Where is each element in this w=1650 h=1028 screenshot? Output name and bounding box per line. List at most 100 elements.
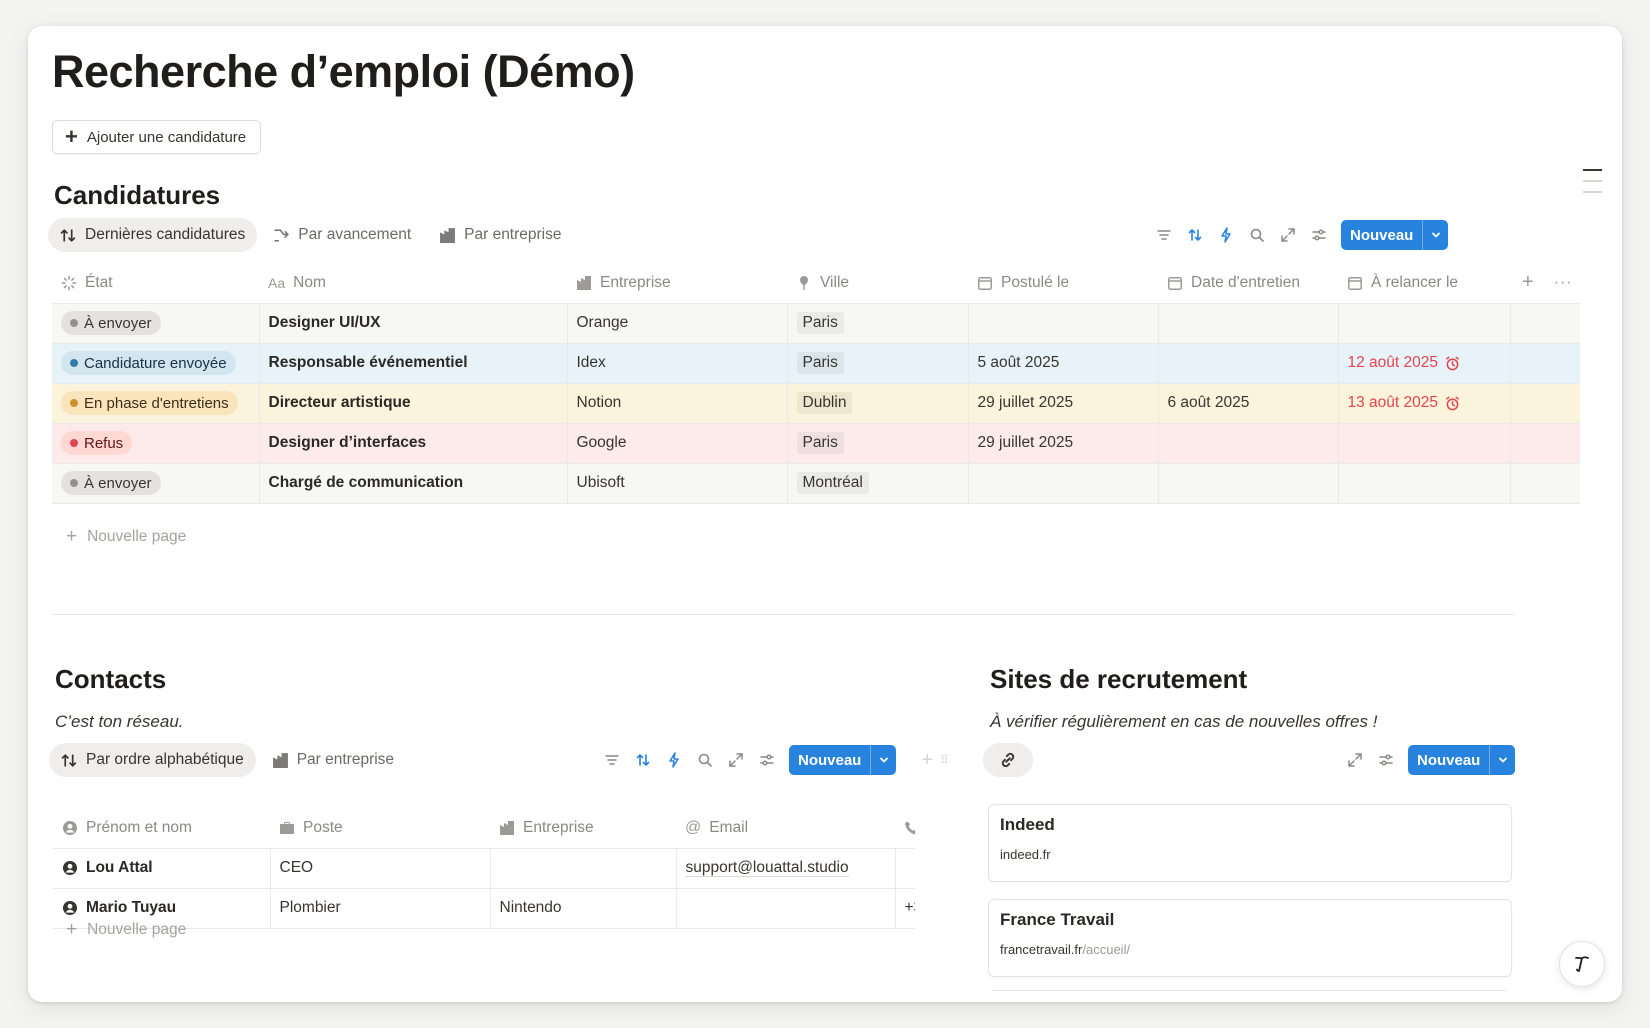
phone-cell[interactable]: +33 [895,887,915,929]
applied-cell[interactable] [968,462,1159,504]
search-icon[interactable] [696,751,714,769]
settings-icon[interactable] [1310,226,1328,244]
tab-by-company[interactable]: Par entreprise [260,743,406,777]
name-cell[interactable]: Designer d’interfaces [259,422,568,463]
email-cell[interactable] [676,887,896,929]
company-cell[interactable]: Notion [567,382,788,423]
role-cell[interactable]: CEO [270,847,491,888]
interview-cell[interactable] [1158,462,1339,504]
sort-icon[interactable] [634,751,652,769]
tab-by-company[interactable]: Par entreprise [427,218,573,252]
status-cell[interactable]: À envoyer [52,462,260,504]
plus-icon[interactable]: + [1522,271,1534,294]
column-header-role[interactable]: Poste [270,808,490,848]
followup-cell[interactable]: 13 août 2025 [1338,382,1511,423]
toc-line[interactable] [1583,169,1602,171]
name-cell[interactable]: Responsable événementiel [259,342,568,383]
tab-latest-applications[interactable]: Dernières candidatures [48,218,258,252]
company-cell[interactable]: Nintendo [490,887,677,929]
lightning-icon[interactable] [665,751,683,769]
followup-cell[interactable] [1338,302,1511,343]
applied-cell[interactable]: 29 juillet 2025 [968,422,1159,463]
status-badge[interactable]: Candidature envoyée [61,351,236,375]
table-row[interactable]: Lou Attal CEO support@louattal.studio [53,847,915,888]
chevron-down-icon[interactable] [870,745,896,775]
status-badge[interactable]: Refus [61,431,133,455]
expand-icon[interactable] [1279,226,1297,244]
filter-icon[interactable] [1155,226,1173,244]
table-row[interactable]: Candidature envoyée Responsable événemen… [52,342,1580,383]
contacts-new-button[interactable]: Nouveau [789,745,897,775]
column-header-status[interactable]: État [52,263,259,303]
column-header-name[interactable]: Aa Nom [259,263,567,303]
company-cell[interactable]: Google [567,422,788,463]
table-row[interactable]: En phase d'entretiens Directeur artistiq… [52,382,1580,423]
lightning-icon[interactable] [1217,226,1235,244]
tab-alphabetical[interactable]: Par ordre alphabétique [49,743,256,777]
city-cell[interactable]: Paris [787,342,969,383]
interview-cell[interactable] [1158,342,1339,383]
applied-cell[interactable] [968,302,1159,343]
applied-cell[interactable]: 29 juillet 2025 [968,382,1159,423]
candidatures-new-page-button[interactable]: + Nouvelle page [66,526,186,548]
tab-by-progress[interactable]: Par avancement [261,218,423,252]
followup-cell[interactable] [1338,422,1511,463]
site-card-france-travail[interactable]: France Travail francetravail.fr/accueil/ [988,899,1512,977]
site-card-indeed[interactable]: Indeed indeed.fr [988,804,1512,882]
sort-icon[interactable] [1186,226,1204,244]
table-row[interactable]: Refus Designer d’interfaces Google Paris… [52,422,1580,463]
sites-view-tab[interactable] [983,743,1033,777]
expand-icon[interactable] [727,751,745,769]
table-row[interactable]: À envoyer Chargé de communication Ubisof… [52,462,1580,504]
city-cell[interactable]: Dublin [787,382,969,423]
followup-cell[interactable] [1338,462,1511,504]
interview-cell[interactable] [1158,302,1339,343]
status-cell[interactable]: Refus [52,422,260,463]
column-header-email[interactable]: @ Email [676,808,895,848]
city-cell[interactable]: Paris [787,302,969,343]
table-of-contents-indicator[interactable] [1583,169,1602,193]
column-header-city[interactable]: Ville [787,263,968,303]
email-cell[interactable]: support@louattal.studio [676,847,896,888]
city-cell[interactable]: Paris [787,422,969,463]
chevron-down-icon[interactable] [1422,220,1448,250]
settings-icon[interactable] [758,751,776,769]
candidatures-new-button[interactable]: Nouveau [1341,220,1449,250]
interview-cell[interactable]: 6 août 2025 [1158,382,1339,423]
followup-cell[interactable]: 12 août 2025 [1338,342,1511,383]
status-badge[interactable]: En phase d'entretiens [61,391,238,415]
column-header-followup[interactable]: À relancer le [1338,263,1510,303]
status-badge[interactable]: À envoyer [61,311,161,335]
status-cell[interactable]: En phase d'entretiens [52,382,260,423]
contacts-new-page-button[interactable]: + Nouvelle page [66,919,186,941]
name-cell[interactable]: Chargé de communication [259,462,568,504]
status-cell[interactable]: Candidature envoyée [52,342,260,383]
column-header-company[interactable]: Entreprise [490,808,676,848]
role-cell[interactable]: Plombier [270,887,491,929]
phone-cell[interactable] [895,847,915,888]
fullname-cell[interactable]: Lou Attal [53,847,271,888]
settings-icon[interactable] [1377,751,1395,769]
company-cell[interactable] [490,847,677,888]
column-header-company[interactable]: Entreprise [567,263,787,303]
name-cell[interactable]: Designer UI/UX [259,302,568,343]
toc-line[interactable] [1583,180,1602,182]
site-card-url[interactable]: indeed.fr [989,835,1511,862]
more-icon[interactable]: ··· [1554,274,1573,292]
table-row[interactable]: À envoyer Designer UI/UX Orange Paris [52,302,1580,343]
email-link[interactable]: support@louattal.studio [685,859,849,877]
column-header-interview[interactable]: Date d'entretien [1158,263,1338,303]
toc-line[interactable] [1583,191,1602,193]
column-header-applied[interactable]: Postulé le [968,263,1158,303]
column-header-phone[interactable] [895,808,915,848]
search-icon[interactable] [1248,226,1266,244]
add-application-button[interactable]: + Ajouter une candidature [52,120,262,154]
applied-cell[interactable]: 5 août 2025 [968,342,1159,383]
interview-cell[interactable] [1158,422,1339,463]
drag-icon[interactable]: ⠿ [940,753,949,767]
chevron-down-icon[interactable] [1489,745,1515,775]
company-cell[interactable]: Orange [567,302,788,343]
status-cell[interactable]: À envoyer [52,302,260,343]
company-cell[interactable]: Idex [567,342,788,383]
plus-icon[interactable]: + [921,749,933,772]
